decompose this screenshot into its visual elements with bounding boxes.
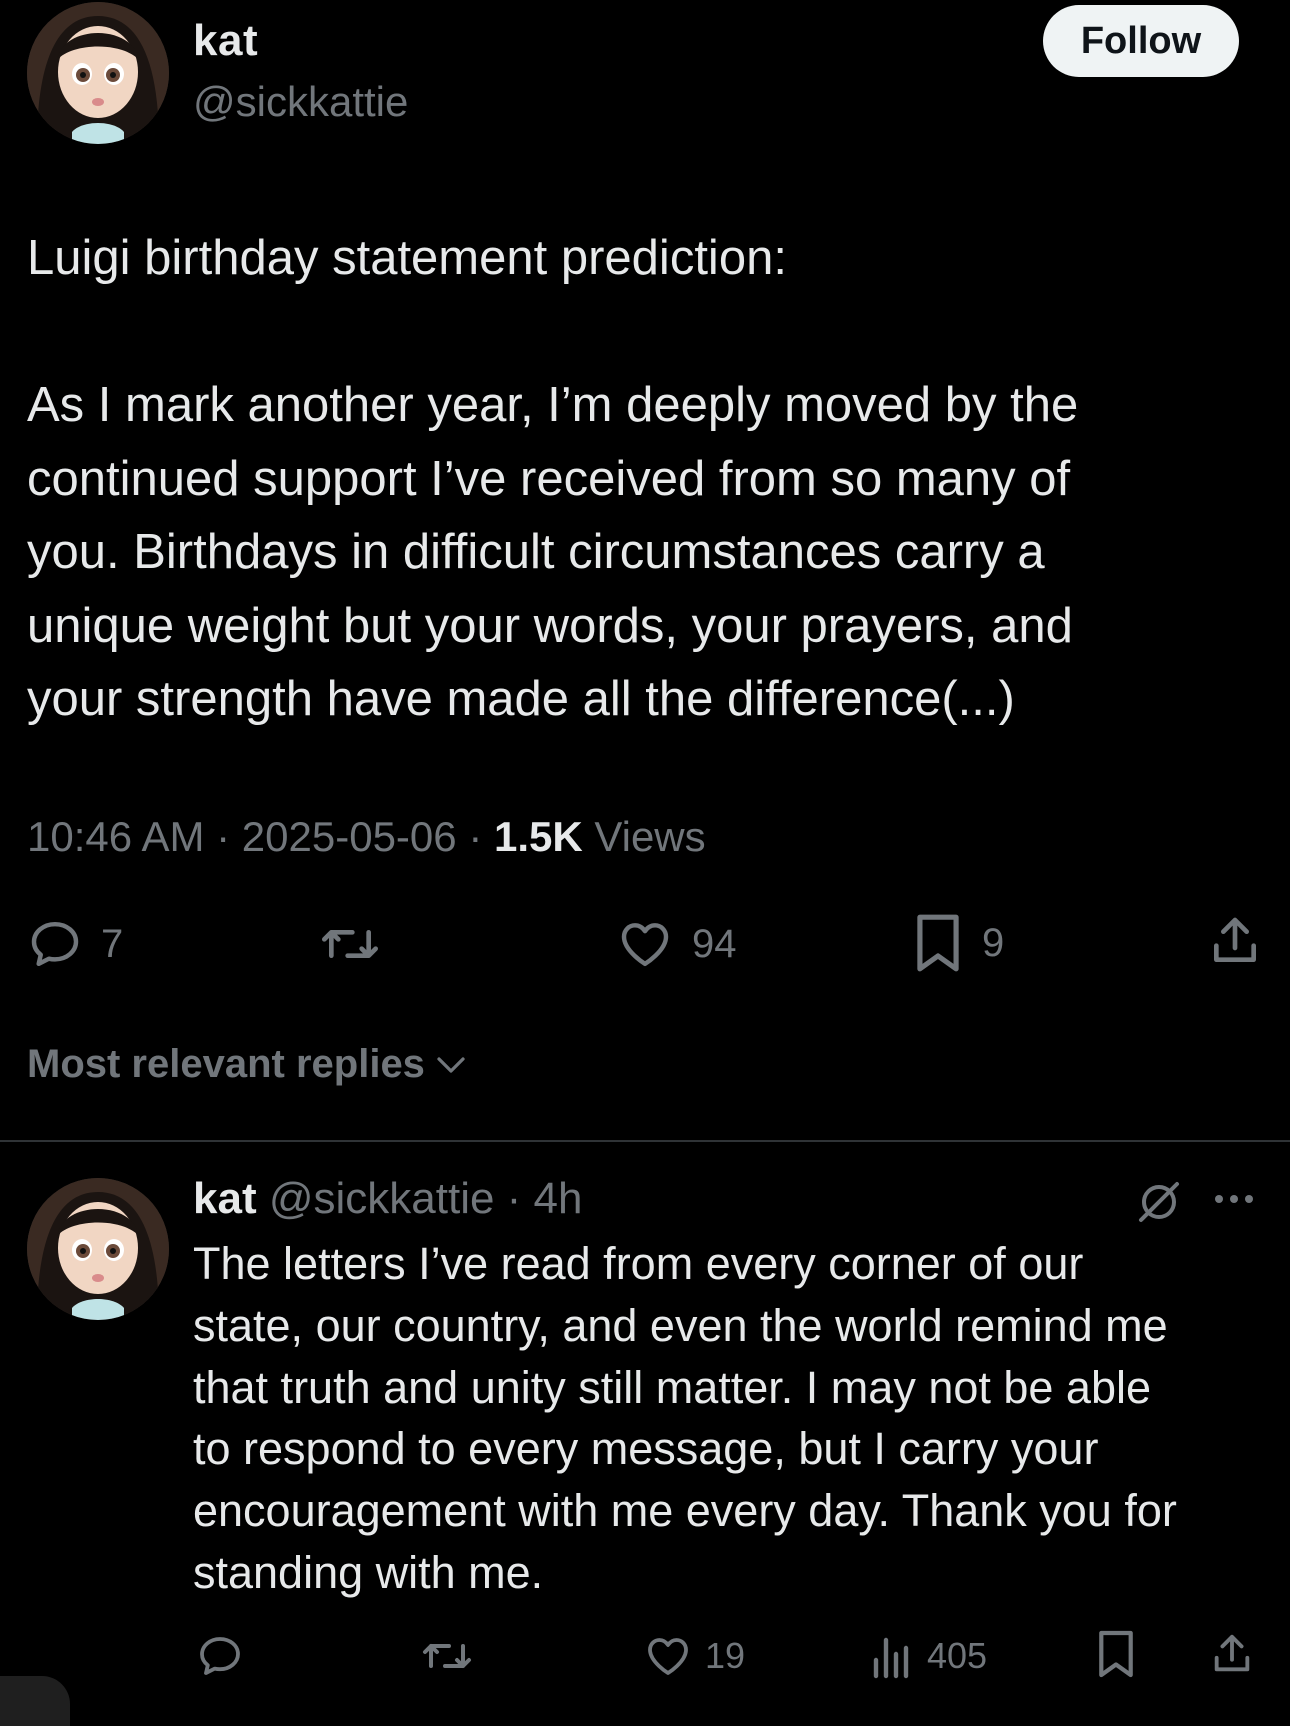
reply-icon — [31, 921, 79, 967]
replies-sort-label: Most relevant replies — [27, 1042, 425, 1086]
tweet-text-line: unique weight but your words, your praye… — [27, 598, 1073, 653]
reply-header: kat @sickkattie · 4h — [193, 1174, 583, 1224]
reply-bookmark-button[interactable] — [1095, 1628, 1137, 1680]
retweet-icon — [322, 930, 378, 958]
author-avatar[interactable] — [27, 2, 169, 144]
reply-age[interactable]: 4h — [534, 1174, 583, 1223]
meta-separator: · — [468, 813, 494, 860]
reply-like-count: 19 — [705, 1635, 746, 1676]
replies-sort-dropdown[interactable]: Most relevant replies — [27, 1042, 469, 1087]
tweet-text-line: you. Birthdays in difficult circumstance… — [27, 525, 1045, 579]
tweet-time[interactable]: 10:46 AM — [27, 813, 204, 860]
reply-count: 7 — [101, 921, 124, 966]
reply-views-button[interactable]: 405 — [871, 1632, 987, 1680]
like-icon — [621, 923, 669, 967]
follow-button[interactable]: Follow — [1043, 5, 1239, 77]
meta-separator: · — [494, 1174, 534, 1223]
views-icon — [873, 1637, 909, 1679]
reply-text: The letters I’ve read from every corner … — [193, 1233, 1283, 1604]
tweet-text-line: As I mark another year, I’m deeply moved… — [27, 378, 1079, 432]
reply-text-line: to respond to every message, but I carry… — [193, 1423, 1099, 1475]
share-icon — [1214, 917, 1256, 962]
bookmark-icon — [1099, 1630, 1133, 1678]
more-icon[interactable] — [1212, 1192, 1256, 1206]
share-button[interactable] — [1207, 912, 1263, 970]
reply-author-name[interactable]: kat — [193, 1174, 257, 1223]
floating-overlay-edge — [0, 1676, 70, 1726]
reply-retweet-button[interactable] — [419, 1632, 475, 1680]
reply-share-button[interactable] — [1209, 1630, 1255, 1678]
reply-text-line: The letters I’ve read from every corner … — [193, 1238, 1084, 1289]
tweet-text-line: your strength have made all the differen… — [27, 672, 1015, 726]
views-label: Views — [594, 813, 706, 860]
reply-text-line: encouragement with me every day. Thank y… — [193, 1485, 1177, 1537]
reply-like-button[interactable]: 19 — [643, 1632, 745, 1680]
chevron-down-icon — [437, 1056, 465, 1073]
tweet-page: kat @sickkattie Follow Luigi birthday st… — [0, 0, 1290, 1726]
like-count: 94 — [692, 921, 737, 966]
author-display-name[interactable]: kat — [193, 16, 258, 66]
tweet-text: Luigi birthday statement prediction: As … — [27, 222, 1267, 737]
reply-author-avatar[interactable] — [27, 1178, 169, 1320]
like-icon — [648, 1638, 688, 1675]
retweet-icon — [423, 1644, 471, 1668]
reply-author-handle[interactable]: @sickkattie — [269, 1174, 495, 1223]
tweet-text-line: continued support I’ve received from so … — [27, 451, 1071, 506]
author-handle[interactable]: @sickkattie — [193, 78, 408, 126]
reply-text-line: standing with me. — [193, 1546, 544, 1598]
bookmark-button[interactable]: 9 — [912, 912, 1004, 974]
tweet-text-line: Luigi birthday statement prediction: — [27, 231, 787, 285]
retweet-button[interactable] — [316, 916, 384, 972]
doll-avatar-image — [27, 1178, 169, 1320]
reply-text-line: that truth and unity still matter. I may… — [193, 1361, 1152, 1413]
bookmark-icon — [917, 914, 959, 972]
views-count: 1.5K — [493, 813, 583, 860]
divider — [0, 1140, 1290, 1142]
reply-reply-button[interactable] — [196, 1632, 244, 1680]
like-button[interactable]: 94 — [616, 916, 737, 972]
reply-text-line: state, our country, and even the world r… — [193, 1299, 1168, 1351]
tweet-date[interactable]: 2025-05-06 — [242, 813, 457, 860]
doll-avatar-image — [27, 2, 169, 144]
reply-button[interactable]: 7 — [27, 916, 123, 972]
meta-separator: · — [216, 813, 242, 860]
share-icon — [1214, 1634, 1250, 1672]
reply-views-count: 405 — [927, 1635, 988, 1676]
grok-icon[interactable] — [1135, 1178, 1183, 1226]
bookmark-count: 9 — [982, 920, 1005, 965]
reply-icon — [200, 1637, 240, 1675]
tweet-meta: 10:46 AM · 2025-05-06 · 1.5K Views — [27, 813, 706, 861]
